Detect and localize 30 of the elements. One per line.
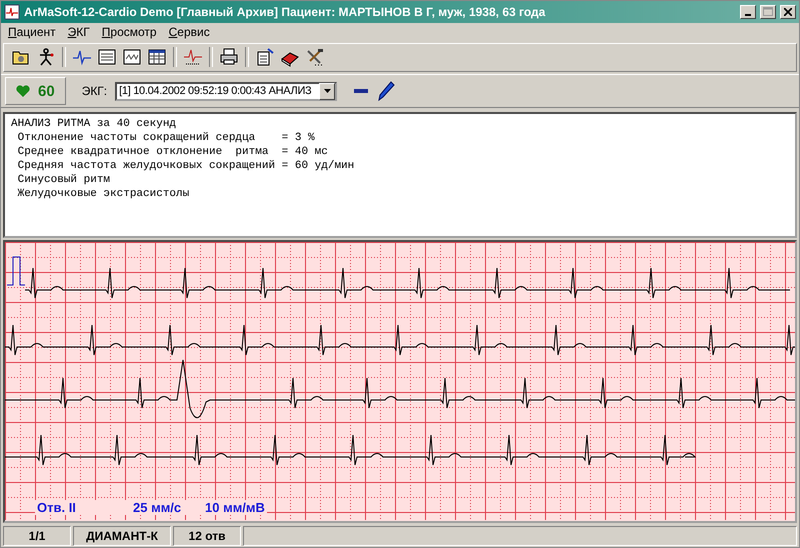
window-title: ArMaSoft-12-Cardio Demo [Главный Архив] Пациент: МАРТЫНОВ В Г, муж, 1938, 63 года xyxy=(24,4,546,19)
status-panel: 12 отв xyxy=(173,526,241,546)
heart-icon xyxy=(16,84,30,98)
gain-label: 10 мм/мВ xyxy=(203,500,267,516)
close-icon xyxy=(784,8,792,16)
minimize-icon xyxy=(745,14,751,16)
pen-icon[interactable] xyxy=(377,81,396,102)
report-line: Желудочковые экстрасистолы xyxy=(16,186,190,201)
status-panel: 1/1 xyxy=(3,526,71,546)
menu-item[interactable]: Пациент xyxy=(3,24,61,40)
report-line: АНАЛИЗ РИТМА за 40 секунд xyxy=(11,116,178,131)
report-line: Отклонение частоты сокращений сердца = 3 % xyxy=(16,130,316,145)
minimize-button[interactable] xyxy=(740,4,756,19)
ecg-label: ЭКГ: xyxy=(82,84,108,98)
menu-item[interactable]: Сервис xyxy=(164,24,215,40)
ecg-dropdown[interactable]: [1] 10.04.2002 09:52:19 0:00:43 АНАЛИЗ xyxy=(115,82,338,101)
heart-rate-value: 60 xyxy=(38,82,55,100)
menu-item[interactable]: Просмотр xyxy=(96,24,162,40)
caret-icon[interactable] xyxy=(324,89,331,94)
status-panel: ДИАМАНТ-К xyxy=(73,526,171,546)
report-line: Средняя частота желудочковых сокращений = 60 уд/мин xyxy=(16,158,356,173)
menu-item[interactable]: ЭКГ xyxy=(62,24,95,40)
close-button[interactable] xyxy=(780,4,796,19)
report-line: Среднее квадратичное отклонение ритма = 40 мс xyxy=(16,144,329,159)
app-icon xyxy=(4,4,20,20)
speed-label: 25 мм/с xyxy=(131,500,203,516)
maximize-button[interactable] xyxy=(760,4,776,19)
maximize-icon xyxy=(763,7,773,16)
report-line: Синусовый ритм xyxy=(16,172,112,187)
lead-label: Отв. II xyxy=(35,500,131,516)
